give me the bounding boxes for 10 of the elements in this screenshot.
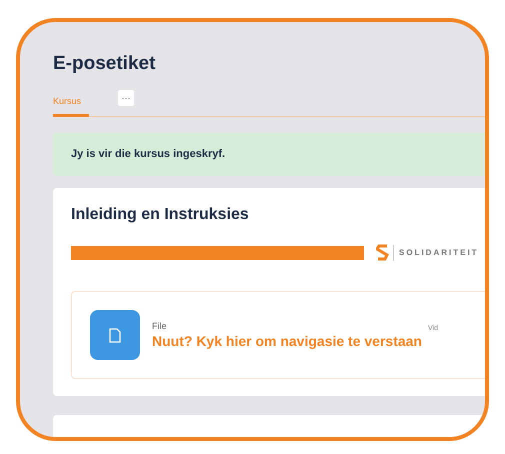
more-button[interactable]: ··· xyxy=(118,90,134,106)
brand-name: SOLIDARITEIT xyxy=(399,246,479,258)
alert-text: Jy is vir die kursus ingeskryf. xyxy=(71,147,226,162)
logo-icon xyxy=(376,244,389,261)
file-icon xyxy=(90,310,140,360)
page-title: E-posetiket xyxy=(53,52,156,76)
section-title: Inleiding en Instruksies xyxy=(71,205,250,225)
activity-link[interactable]: Nuut? Kyk hier om navigasie te verstaan xyxy=(152,332,422,350)
type-label: File xyxy=(152,320,168,332)
tab[interactable]: Kursus xyxy=(53,94,89,117)
